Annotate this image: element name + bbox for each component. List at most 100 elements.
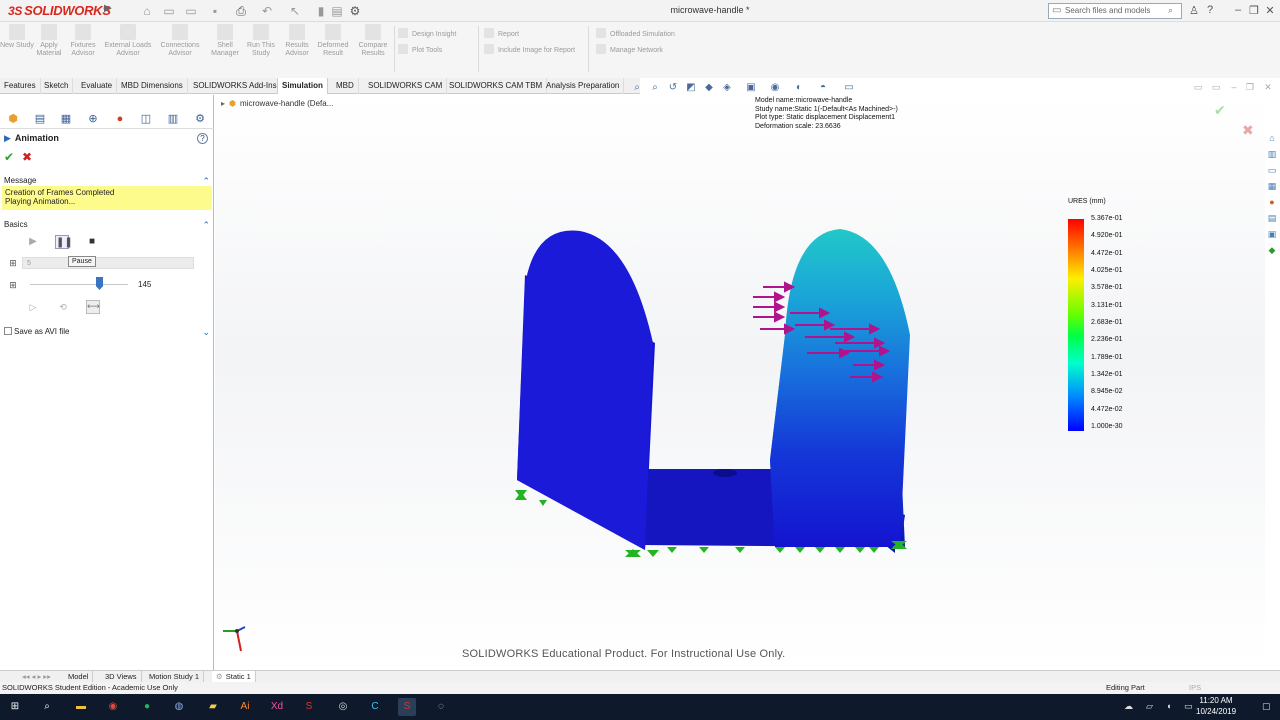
simulation-advisor-icon[interactable]: ◆ (1266, 244, 1278, 256)
fixtures-advisor-button[interactable]: Fixtures Advisor (64, 24, 102, 58)
tab-features[interactable]: Features (0, 78, 41, 94)
app-icon[interactable]: ◍ (170, 698, 188, 716)
open-document-icon[interactable]: ▭ (184, 4, 198, 18)
browser-icon[interactable]: ◎ (334, 698, 352, 716)
dynamic-annotation-icon[interactable]: ◆ (702, 81, 716, 95)
xd-icon[interactable]: Xd (268, 698, 286, 716)
feature-manager-tab-icon[interactable]: ⬢ (5, 111, 21, 127)
previous-view-icon[interactable]: ↺ (666, 81, 680, 95)
save-icon[interactable]: ▪ (208, 4, 222, 18)
compare-results-button[interactable]: Compare Results (354, 24, 392, 58)
file-explorer-icon[interactable]: ▭ (1266, 164, 1278, 176)
speed-slider-track[interactable] (30, 284, 128, 285)
file-properties-icon[interactable]: ▤ (330, 4, 344, 18)
collapse-icon[interactable]: ⌃ (202, 218, 210, 232)
deformed-model-plot[interactable] (215, 95, 1265, 670)
expand-arrow-icon[interactable]: ▸ (221, 99, 225, 108)
cloud-icon[interactable]: ☁ (1124, 701, 1133, 712)
color-legend-bar[interactable] (1068, 219, 1084, 431)
tab-evaluate[interactable]: Evaluate (77, 78, 118, 94)
feature-tree-flyout[interactable]: ▸ ⬢ microwave-handle (Defa... (221, 99, 333, 108)
solidworks-active-icon[interactable]: S (398, 698, 416, 716)
plot-tools-button[interactable]: Plot Tools (398, 44, 442, 56)
viewport-minimize-icon[interactable]: ▭ (1210, 82, 1222, 94)
deformed-result-button[interactable]: Deformed Result (314, 24, 352, 58)
shell-manager-button[interactable]: Shell Manager (206, 24, 244, 58)
tab-simulation[interactable]: Simulation (277, 78, 328, 94)
tab-mbd-dimensions[interactable]: MBD Dimensions (117, 78, 188, 94)
solidworks-logo[interactable]: 3S SOLIDWORKS (8, 3, 111, 18)
design-insight-button[interactable]: Design Insight (398, 28, 456, 40)
windows-start-icon[interactable]: ⊞ (6, 698, 24, 716)
home-icon[interactable]: ⌂ (140, 4, 154, 18)
unit-system[interactable]: IPS (1189, 682, 1201, 694)
tab-mbd[interactable]: MBD (332, 78, 359, 94)
hide-show-items-icon[interactable]: ◉ (768, 81, 782, 95)
solidworks-resources-icon[interactable]: ⌂ (1266, 132, 1278, 144)
checkbox[interactable] (4, 327, 12, 335)
help-button[interactable]: ? (197, 133, 208, 144)
save-as-avi-checkbox[interactable]: Save as AVI file (4, 327, 69, 336)
manage-network-button[interactable]: Manage Network (596, 44, 663, 56)
results-advisor-button[interactable]: Results Advisor (278, 24, 316, 58)
solidworks-app-icon[interactable]: S (300, 698, 318, 716)
tab-analysis-preparation[interactable]: Analysis Preparation (542, 78, 625, 94)
confirm-corner-ok-icon[interactable]: ✔ (1214, 102, 1226, 119)
view-palette-icon[interactable]: ▦ (1266, 180, 1278, 192)
help-icon[interactable]: ? (1202, 4, 1218, 16)
cancel-button[interactable]: ✖ (22, 150, 32, 164)
tab-scroll-icons[interactable]: ◂◂ ◂ ▸ ▸▸ (18, 671, 55, 682)
expand-icon[interactable]: ⌄ (202, 325, 210, 339)
user-icon[interactable]: ♙ (1186, 4, 1202, 17)
search-input[interactable]: ▭ Search files and models ⌕ (1048, 3, 1182, 19)
property-manager-tab-icon[interactable]: ▤ (32, 111, 48, 127)
configuration-manager-tab-icon[interactable]: ▦ (58, 111, 74, 127)
close-icon[interactable]: ✕ (1262, 4, 1278, 17)
rebuild-icon[interactable]: ▮ (314, 4, 328, 18)
stop-icon[interactable]: ■ (85, 235, 99, 249)
tab-solidworks-cam-tbm[interactable]: SOLIDWORKS CAM TBM (445, 78, 548, 94)
ok-button[interactable]: ✔ (4, 150, 14, 164)
undo-icon[interactable]: ↶ (260, 4, 274, 18)
app-icon[interactable]: ◌ (432, 698, 450, 716)
custom-properties-icon[interactable]: ▤ (1266, 212, 1278, 224)
new-document-icon[interactable]: ▭ (162, 4, 176, 18)
tab-solidworks-add-ins[interactable]: SOLIDWORKS Add-Ins (189, 78, 282, 94)
options-gear-icon[interactable]: ⚙ (348, 4, 362, 18)
confirm-corner-cancel-icon[interactable]: ✖ (1242, 122, 1254, 139)
tab-solidworks-cam[interactable]: SOLIDWORKS CAM (364, 78, 448, 94)
viewport-close-icon[interactable]: ✕ (1262, 82, 1274, 94)
cam-feature-tree-tab-icon[interactable]: ◫ (138, 111, 154, 127)
select-icon[interactable]: ↖ (288, 4, 302, 18)
minimize-icon[interactable]: – (1230, 4, 1246, 16)
solidworks-forum-icon[interactable]: ▣ (1266, 228, 1278, 240)
apply-material-button[interactable]: Apply Material (30, 24, 68, 58)
external-loads-advisor-button[interactable]: External Loads Advisor (104, 24, 152, 58)
viewport-restore-icon[interactable]: ❐ (1244, 82, 1256, 94)
tab-motion-study-1[interactable]: Motion Study 1 (145, 671, 205, 682)
dimxpert-manager-tab-icon[interactable]: ⊕ (85, 111, 101, 127)
search-icon[interactable]: ⌕ (38, 698, 56, 716)
sticky-notes-icon[interactable]: ▰ (204, 698, 222, 716)
graphics-area[interactable]: ▸ ⬢ microwave-handle (Defa... Model name:m… (215, 95, 1265, 670)
edit-appearance-icon[interactable]: ◐ (792, 81, 806, 95)
chrome-icon[interactable]: ◉ (104, 698, 122, 716)
network-icon[interactable]: ▱ (1146, 701, 1153, 712)
viewport-min-icon[interactable]: – (1228, 82, 1240, 94)
cam-tools-tab-icon[interactable]: ⚙ (192, 111, 208, 127)
run-study-button[interactable]: Run This Study (242, 24, 280, 58)
tab-sketch[interactable]: Sketch (40, 78, 74, 94)
design-library-icon[interactable]: ▥ (1266, 148, 1278, 160)
section-view-icon[interactable]: ◩ (684, 81, 698, 95)
viewport-tile-icon[interactable]: ▭ (1192, 82, 1204, 94)
print-icon[interactable]: ⎙ (234, 4, 248, 18)
tab-static-1[interactable]: ⚙ Static 1 (212, 671, 256, 682)
frames-input[interactable]: 5 (22, 257, 194, 269)
play-icon[interactable]: ▶ (26, 235, 40, 249)
normal-playback-icon[interactable]: ▷ (26, 302, 40, 314)
zoom-to-area-icon[interactable]: ⌕ (648, 81, 662, 95)
cura-icon[interactable]: C (366, 698, 384, 716)
spotify-icon[interactable]: ● (138, 698, 156, 716)
speed-slider-thumb[interactable] (96, 277, 103, 290)
loop-playback-icon[interactable]: ⟲ (56, 302, 70, 314)
